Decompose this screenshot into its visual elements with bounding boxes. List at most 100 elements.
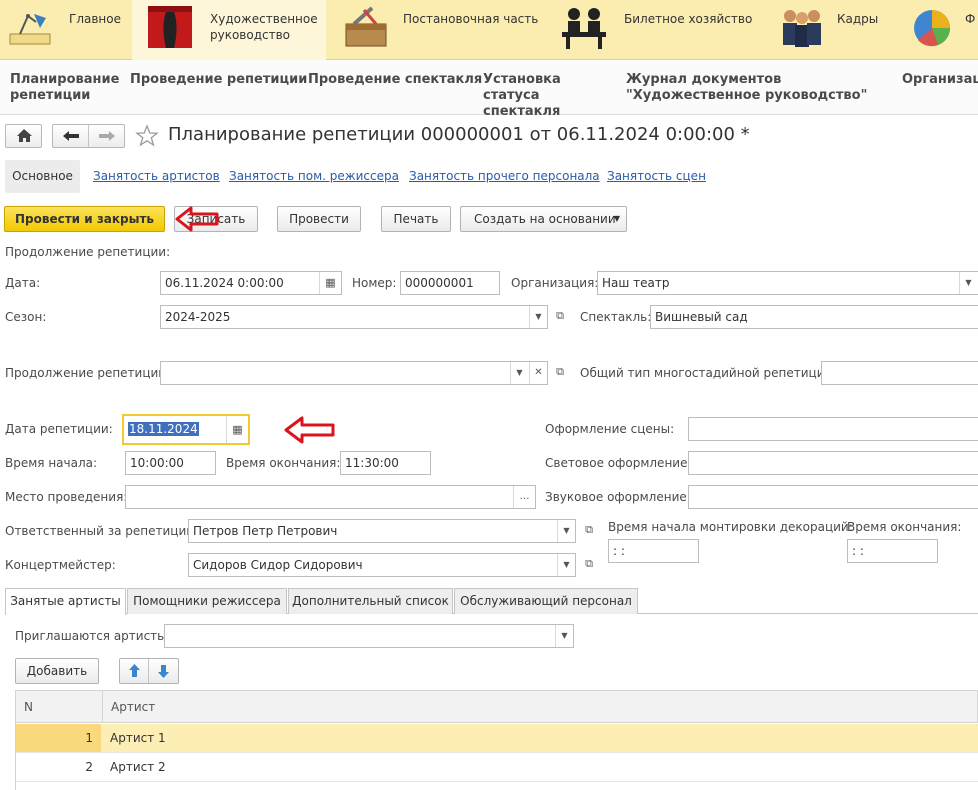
continuation-header: Продолжение репетиции:	[5, 245, 171, 259]
invited-field[interactable]: ▼	[164, 624, 574, 648]
move-up-button[interactable]	[120, 659, 149, 683]
tab-stage-occupancy[interactable]: Занятость сцен	[607, 169, 706, 183]
subnav-performance-status[interactable]: Установка статуса спектакля	[483, 72, 611, 120]
accompanist-label: Концертмейстер:	[5, 558, 116, 572]
organization-field[interactable]: Наш театр ▼	[597, 271, 978, 295]
move-buttons	[119, 658, 179, 684]
people-icon	[783, 10, 821, 47]
back-button[interactable]	[53, 125, 89, 147]
chevron-down-icon[interactable]: ▼	[510, 362, 528, 384]
create-based-on-button[interactable]: Создать на основании ▼	[460, 206, 627, 232]
sound-field[interactable]	[688, 485, 978, 509]
tab-director-assistants[interactable]: Помощники режиссера	[127, 588, 287, 614]
open-season-icon[interactable]: ⧉	[551, 305, 569, 329]
clear-icon[interactable]: ✕	[529, 362, 547, 384]
arrow-left-icon	[63, 131, 79, 141]
decor-start-label: Время начала монтировки декораций:	[608, 520, 853, 534]
history-nav	[52, 124, 125, 148]
responsible-label: Ответственный за репетицию:	[5, 524, 201, 538]
section-art-direction[interactable]: Художественное руководство	[132, 0, 326, 60]
stage-design-label: Оформление сцены:	[545, 422, 675, 436]
section-main[interactable]: Главное	[0, 0, 132, 60]
ellipsis-icon[interactable]: …	[513, 486, 535, 508]
chevron-down-icon[interactable]: ▼	[529, 306, 547, 328]
performance-field[interactable]: Вишневый сад	[650, 305, 978, 329]
forward-button[interactable]	[89, 125, 125, 147]
tab-additional-list[interactable]: Дополнительный список	[288, 588, 453, 614]
chevron-down-icon[interactable]: ▼	[557, 554, 575, 576]
start-time-field[interactable]: 10:00:00	[125, 451, 216, 475]
calendar-icon[interactable]: ▦	[319, 272, 341, 294]
subnav-performance-conduct[interactable]: Проведение спектакля	[308, 72, 482, 88]
decor-start-field[interactable]: : :	[608, 539, 699, 563]
continuation-label: Продолжение репетиции:	[5, 366, 171, 380]
section-finance[interactable]: Ф	[898, 0, 978, 60]
tab-other-staff-occupancy[interactable]: Занятость прочего персонала	[409, 169, 600, 183]
chevron-down-icon[interactable]: ▼	[555, 625, 573, 647]
arrow-right-icon	[99, 131, 115, 141]
column-header-artist[interactable]: Артист	[111, 700, 155, 714]
open-responsible-icon[interactable]: ⧉	[580, 519, 598, 543]
subnav-organizations[interactable]: Организации	[902, 72, 978, 88]
stage-design-field[interactable]	[688, 417, 978, 441]
section-label: Билетное хозяйство	[624, 12, 753, 26]
calendar-icon[interactable]: ▦	[226, 416, 248, 443]
end-time-field[interactable]: 11:30:00	[340, 451, 431, 475]
continuation-field[interactable]: ▼ ✕	[160, 361, 548, 385]
open-accompanist-icon[interactable]: ⧉	[580, 553, 598, 577]
accompanist-field[interactable]: Сидоров Сидор Сидорович ▼	[188, 553, 576, 577]
sound-label: Звуковое оформление:	[545, 490, 691, 504]
common-type-label: Общий тип многостадийной репетиции:	[580, 366, 837, 380]
season-field[interactable]: 2024-2025 ▼	[160, 305, 548, 329]
subnav-documents-journal[interactable]: Журнал документов "Художественное руково…	[626, 72, 888, 104]
chevron-down-icon[interactable]: ▼	[959, 272, 977, 294]
subnav-rehearsal-conduct[interactable]: Проведение репетиции	[130, 72, 307, 88]
pie-chart-icon	[914, 10, 950, 47]
section-subnav: Планирование репетиции Проведение репети…	[0, 60, 978, 119]
column-header-n[interactable]: N	[24, 700, 33, 714]
rehearsal-date-field[interactable]: 18.11.2024 ▦	[122, 414, 250, 445]
responsible-field[interactable]: Петров Петр Петрович ▼	[188, 519, 576, 543]
annotation-arrow-icon	[175, 206, 219, 232]
post-and-close-button[interactable]: Провести и закрыть	[4, 206, 165, 232]
common-type-field[interactable]	[821, 361, 978, 385]
column-divider	[102, 691, 103, 722]
date-field[interactable]: 06.11.2024 0:00:00 ▦	[160, 271, 342, 295]
tab-busy-artists[interactable]: Занятые артисты	[5, 588, 126, 615]
tab-main[interactable]: Основное	[5, 160, 80, 193]
responsible-value: Петров Петр Петрович	[193, 524, 338, 538]
section-staff[interactable]: Кадры	[770, 0, 898, 60]
date-value: 06.11.2024 0:00:00	[165, 276, 284, 290]
lighting-field[interactable]	[688, 451, 978, 475]
section-tickets[interactable]: Билетное хозяйство	[548, 0, 770, 60]
venue-field[interactable]: …	[125, 485, 536, 509]
print-button[interactable]: Печать	[381, 206, 451, 232]
theater-curtain-icon	[148, 6, 192, 48]
row-number: 2	[85, 760, 93, 774]
arrow-up-icon	[129, 664, 140, 677]
invited-label: Приглашаются артисты:	[15, 629, 171, 643]
subnav-rehearsal-planning[interactable]: Планирование репетиции	[10, 72, 122, 104]
table-left-border	[15, 690, 16, 790]
number-field[interactable]: 000000001	[400, 271, 500, 295]
table-row[interactable]: 2 Артист 2	[15, 753, 978, 782]
organization-value: Наш театр	[602, 276, 670, 290]
section-label: Художественное руководство	[210, 12, 318, 42]
decor-end-field[interactable]: : :	[847, 539, 938, 563]
post-button[interactable]: Провести	[277, 206, 361, 232]
home-icon	[17, 129, 32, 142]
chevron-down-icon[interactable]: ▼	[557, 520, 575, 542]
section-production[interactable]: Постановочная часть	[326, 0, 548, 60]
add-button[interactable]: Добавить	[15, 658, 99, 684]
home-button[interactable]	[5, 124, 42, 148]
move-down-button[interactable]	[149, 659, 178, 683]
number-label: Номер:	[352, 276, 397, 290]
favorite-star-icon[interactable]	[135, 124, 159, 148]
open-continuation-icon[interactable]: ⧉	[551, 361, 569, 385]
tab-artists-occupancy[interactable]: Занятость артистов	[93, 169, 220, 183]
date-label: Дата:	[5, 276, 41, 290]
tab-service-staff[interactable]: Обслуживающий персонал	[454, 588, 638, 614]
tab-assistant-occupancy[interactable]: Занятость пом. режиссера	[229, 169, 399, 183]
performance-label: Спектакль:	[580, 310, 652, 324]
table-row[interactable]: 1 Артист 1	[15, 724, 978, 753]
